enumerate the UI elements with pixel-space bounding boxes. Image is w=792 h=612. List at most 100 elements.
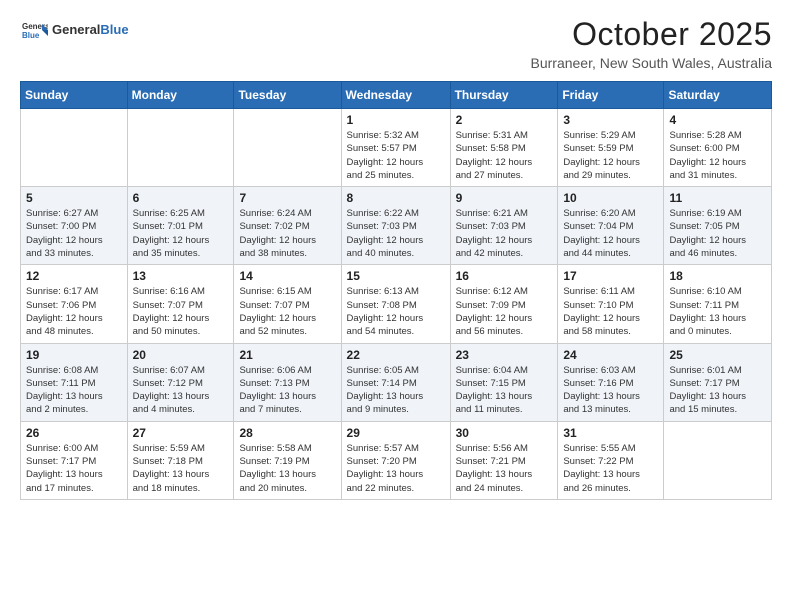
day-number: 25 <box>669 348 766 362</box>
day-number: 27 <box>133 426 229 440</box>
month-title: October 2025 <box>531 16 773 53</box>
svg-text:Blue: Blue <box>22 31 40 40</box>
calendar-cell: 31Sunrise: 5:55 AM Sunset: 7:22 PM Dayli… <box>558 421 664 499</box>
day-info: Sunrise: 6:21 AM Sunset: 7:03 PM Dayligh… <box>456 207 553 260</box>
calendar-cell: 12 Sunrise: 6:17 AM Sunset: 7:06 PM Dayli… <box>21 265 128 343</box>
weekday-header-saturday: Saturday <box>664 82 772 109</box>
header: General Blue GeneralBlue October 2025 Bu… <box>20 16 772 71</box>
calendar-cell: 25Sunrise: 6:01 AM Sunset: 7:17 PM Dayli… <box>664 343 772 421</box>
day-info: Sunrise: 6:27 AM Sunset: 7:00 PM Dayligh… <box>26 207 122 260</box>
calendar-cell: 4Sunrise: 5:28 AM Sunset: 6:00 PM Daylig… <box>664 109 772 187</box>
day-number: 7 <box>239 191 335 205</box>
calendar-week-4: 19 Sunrise: 6:08 AM Sunset: 7:11 PM Dayli… <box>21 343 772 421</box>
weekday-header-wednesday: Wednesday <box>341 82 450 109</box>
day-info: Sunrise: 5:28 AM Sunset: 6:00 PM Dayligh… <box>669 129 766 182</box>
day-number: 21 <box>239 348 335 362</box>
day-number: 17 <box>563 269 658 283</box>
day-info: Sunrise: 6:19 AM Sunset: 7:05 PM Dayligh… <box>669 207 766 260</box>
day-info: Sunrise: 5:58 AM Sunset: 7:19 PM Dayligh… <box>239 442 335 495</box>
day-info: Sunrise: 5:57 AM Sunset: 7:20 PM Dayligh… <box>347 442 445 495</box>
day-info: Sunrise: 6:22 AM Sunset: 7:03 PM Dayligh… <box>347 207 445 260</box>
calendar-cell: 17 Sunrise: 6:11 AM Sunset: 7:10 PM Dayli… <box>558 265 664 343</box>
calendar-week-2: 5Sunrise: 6:27 AM Sunset: 7:00 PM Daylig… <box>21 187 772 265</box>
day-number: 12 <box>26 269 122 283</box>
calendar-cell <box>127 109 234 187</box>
day-number: 30 <box>456 426 553 440</box>
day-info: Sunrise: 5:29 AM Sunset: 5:59 PM Dayligh… <box>563 129 658 182</box>
calendar-cell: 1Sunrise: 5:32 AM Sunset: 5:57 PM Daylig… <box>341 109 450 187</box>
day-number: 18 <box>669 269 766 283</box>
day-number: 19 <box>26 348 122 362</box>
location: Burraneer, New South Wales, Australia <box>531 55 773 71</box>
calendar-cell: 9 Sunrise: 6:21 AM Sunset: 7:03 PM Daylig… <box>450 187 558 265</box>
day-info: Sunrise: 6:05 AM Sunset: 7:14 PM Dayligh… <box>347 364 445 417</box>
calendar-week-3: 12 Sunrise: 6:17 AM Sunset: 7:06 PM Dayli… <box>21 265 772 343</box>
calendar-cell: 29 Sunrise: 5:57 AM Sunset: 7:20 PM Dayli… <box>341 421 450 499</box>
calendar-cell: 30 Sunrise: 5:56 AM Sunset: 7:21 PM Dayli… <box>450 421 558 499</box>
day-number: 8 <box>347 191 445 205</box>
day-info: Sunrise: 6:16 AM Sunset: 7:07 PM Dayligh… <box>133 285 229 338</box>
calendar-cell: 6Sunrise: 6:25 AM Sunset: 7:01 PM Daylig… <box>127 187 234 265</box>
weekday-header-monday: Monday <box>127 82 234 109</box>
day-number: 22 <box>347 348 445 362</box>
day-info: Sunrise: 6:25 AM Sunset: 7:01 PM Dayligh… <box>133 207 229 260</box>
calendar-cell: 27 Sunrise: 5:59 AM Sunset: 7:18 PM Dayli… <box>127 421 234 499</box>
day-number: 10 <box>563 191 658 205</box>
calendar-cell: 15 Sunrise: 6:13 AM Sunset: 7:08 PM Dayli… <box>341 265 450 343</box>
calendar-cell <box>664 421 772 499</box>
calendar-cell: 21Sunrise: 6:06 AM Sunset: 7:13 PM Dayli… <box>234 343 341 421</box>
day-info: Sunrise: 5:31 AM Sunset: 5:58 PM Dayligh… <box>456 129 553 182</box>
logo-text-block: GeneralBlue <box>52 23 129 37</box>
day-number: 13 <box>133 269 229 283</box>
day-info: Sunrise: 6:17 AM Sunset: 7:06 PM Dayligh… <box>26 285 122 338</box>
calendar-cell: 5Sunrise: 6:27 AM Sunset: 7:00 PM Daylig… <box>21 187 128 265</box>
day-info: Sunrise: 5:55 AM Sunset: 7:22 PM Dayligh… <box>563 442 658 495</box>
day-number: 24 <box>563 348 658 362</box>
weekday-header-row: SundayMondayTuesdayWednesdayThursdayFrid… <box>21 82 772 109</box>
calendar-cell: 8 Sunrise: 6:22 AM Sunset: 7:03 PM Daylig… <box>341 187 450 265</box>
day-info: Sunrise: 5:59 AM Sunset: 7:18 PM Dayligh… <box>133 442 229 495</box>
day-number: 14 <box>239 269 335 283</box>
day-info: Sunrise: 6:11 AM Sunset: 7:10 PM Dayligh… <box>563 285 658 338</box>
calendar-cell: 20 Sunrise: 6:07 AM Sunset: 7:12 PM Dayli… <box>127 343 234 421</box>
day-number: 28 <box>239 426 335 440</box>
day-info: Sunrise: 6:08 AM Sunset: 7:11 PM Dayligh… <box>26 364 122 417</box>
weekday-header-tuesday: Tuesday <box>234 82 341 109</box>
day-info: Sunrise: 6:00 AM Sunset: 7:17 PM Dayligh… <box>26 442 122 495</box>
calendar-cell: 24Sunrise: 6:03 AM Sunset: 7:16 PM Dayli… <box>558 343 664 421</box>
calendar-cell: 2Sunrise: 5:31 AM Sunset: 5:58 PM Daylig… <box>450 109 558 187</box>
day-number: 29 <box>347 426 445 440</box>
calendar-cell: 23Sunrise: 6:04 AM Sunset: 7:15 PM Dayli… <box>450 343 558 421</box>
calendar-cell: 14 Sunrise: 6:15 AM Sunset: 7:07 PM Dayli… <box>234 265 341 343</box>
calendar-cell <box>234 109 341 187</box>
logo: General Blue GeneralBlue <box>20 16 129 44</box>
day-info: Sunrise: 6:13 AM Sunset: 7:08 PM Dayligh… <box>347 285 445 338</box>
day-info: Sunrise: 6:15 AM Sunset: 7:07 PM Dayligh… <box>239 285 335 338</box>
day-info: Sunrise: 6:20 AM Sunset: 7:04 PM Dayligh… <box>563 207 658 260</box>
day-number: 16 <box>456 269 553 283</box>
day-number: 1 <box>347 113 445 127</box>
weekday-header-sunday: Sunday <box>21 82 128 109</box>
day-info: Sunrise: 6:24 AM Sunset: 7:02 PM Dayligh… <box>239 207 335 260</box>
weekday-header-friday: Friday <box>558 82 664 109</box>
calendar-week-5: 26 Sunrise: 6:00 AM Sunset: 7:17 PM Dayli… <box>21 421 772 499</box>
day-info: Sunrise: 5:56 AM Sunset: 7:21 PM Dayligh… <box>456 442 553 495</box>
day-number: 3 <box>563 113 658 127</box>
calendar-cell: 13 Sunrise: 6:16 AM Sunset: 7:07 PM Dayli… <box>127 265 234 343</box>
calendar-cell: 26 Sunrise: 6:00 AM Sunset: 7:17 PM Dayli… <box>21 421 128 499</box>
calendar-cell: 3 Sunrise: 5:29 AM Sunset: 5:59 PM Daylig… <box>558 109 664 187</box>
day-info: Sunrise: 6:10 AM Sunset: 7:11 PM Dayligh… <box>669 285 766 338</box>
calendar-cell: 19 Sunrise: 6:08 AM Sunset: 7:11 PM Dayli… <box>21 343 128 421</box>
day-info: Sunrise: 6:07 AM Sunset: 7:12 PM Dayligh… <box>133 364 229 417</box>
calendar-cell: 22 Sunrise: 6:05 AM Sunset: 7:14 PM Dayli… <box>341 343 450 421</box>
page: General Blue GeneralBlue October 2025 Bu… <box>0 0 792 516</box>
day-number: 15 <box>347 269 445 283</box>
weekday-header-thursday: Thursday <box>450 82 558 109</box>
logo-general: General <box>52 22 100 37</box>
day-number: 9 <box>456 191 553 205</box>
day-number: 23 <box>456 348 553 362</box>
day-number: 26 <box>26 426 122 440</box>
logo-icon: General Blue <box>20 16 48 44</box>
calendar-cell: 28 Sunrise: 5:58 AM Sunset: 7:19 PM Dayli… <box>234 421 341 499</box>
day-number: 20 <box>133 348 229 362</box>
